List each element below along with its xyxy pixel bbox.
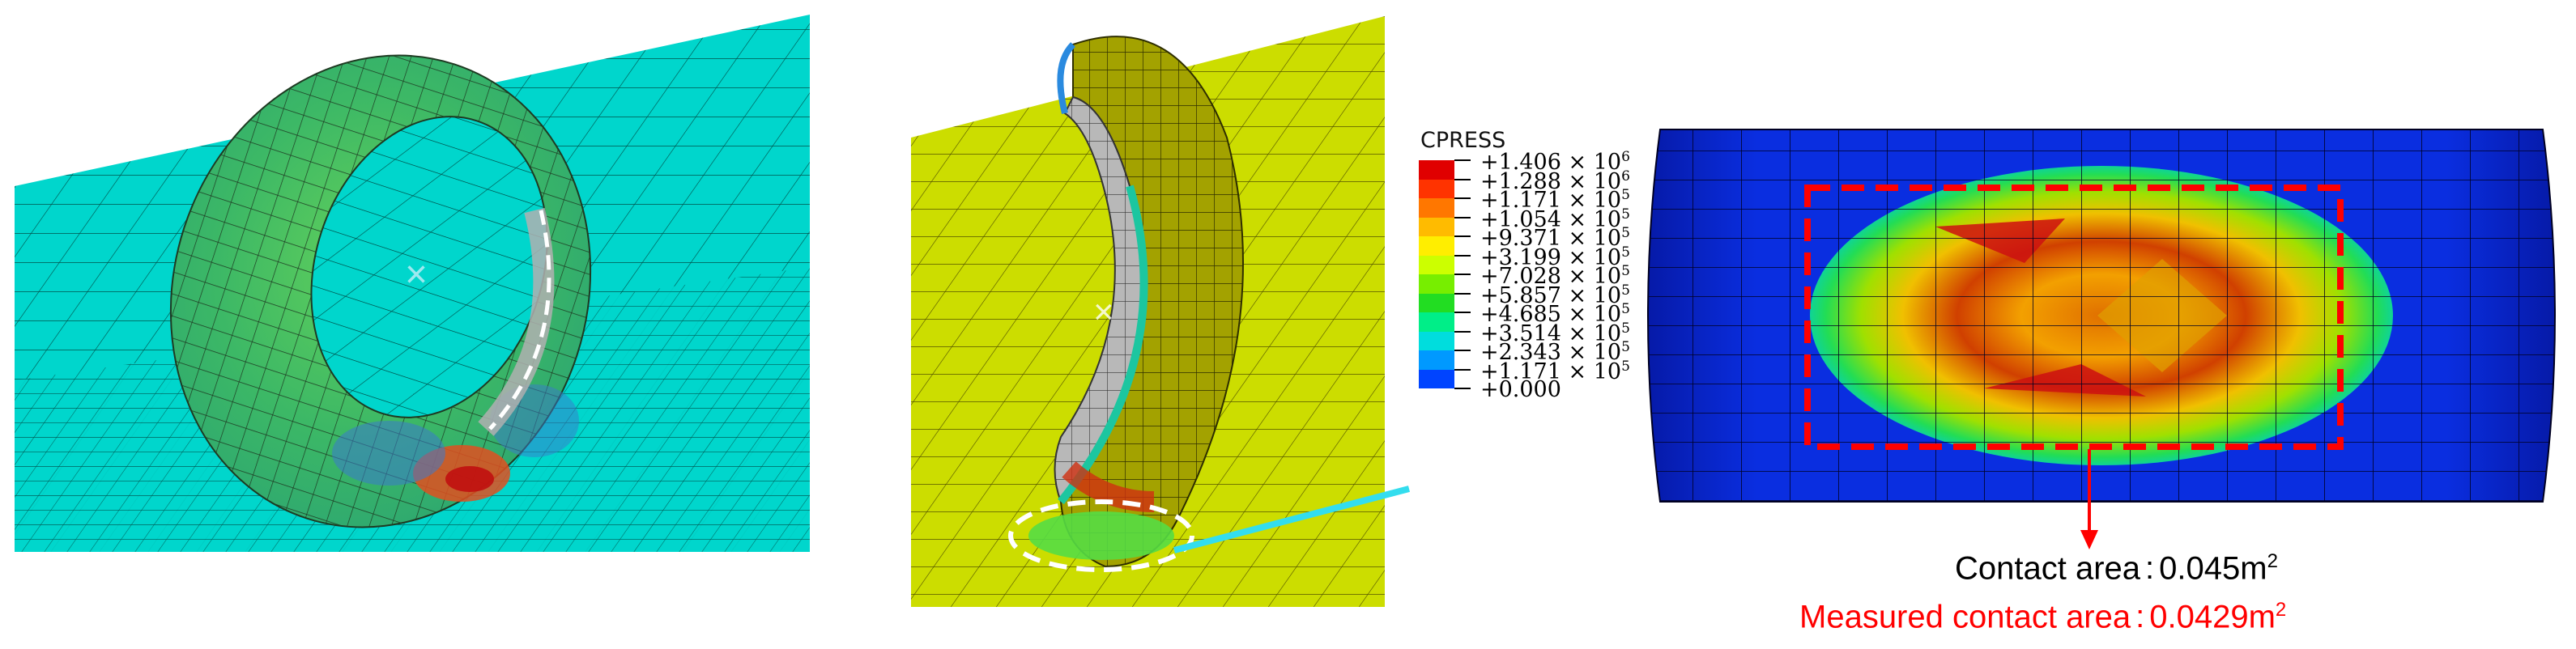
legend-swatch bbox=[1419, 236, 1454, 256]
legend-tick bbox=[1454, 292, 1471, 295]
legend-label: +0.000 bbox=[1480, 377, 1561, 402]
legend-tick bbox=[1454, 159, 1471, 161]
legend-tick bbox=[1454, 312, 1471, 313]
legend-tick bbox=[1454, 274, 1471, 275]
full-tire-panel: × bbox=[0, 0, 810, 645]
legend-tick bbox=[1454, 178, 1471, 180]
legend-swatch bbox=[1419, 217, 1454, 236]
connector-line bbox=[1173, 486, 1411, 554]
caption-separator: : bbox=[2145, 550, 2155, 587]
legend-swatch bbox=[1419, 255, 1454, 274]
legend-tick bbox=[1454, 197, 1471, 199]
svg-text:×: × bbox=[1093, 292, 1114, 332]
caption-separator-2: : bbox=[2135, 599, 2145, 635]
legend-swatch bbox=[1419, 160, 1454, 180]
legend-swatch bbox=[1419, 331, 1454, 350]
legend-swatch bbox=[1419, 350, 1454, 370]
contact-pressure-panel bbox=[1644, 121, 2567, 510]
contact-area-label: Contact area bbox=[1955, 550, 2141, 587]
legend-tick bbox=[1454, 254, 1471, 257]
contact-area-value: 0.045m bbox=[2159, 550, 2267, 587]
legend-swatch bbox=[1419, 274, 1454, 294]
contact-area-caption: Contact area:0.045m2 bbox=[1955, 550, 2278, 587]
legend-tick bbox=[1454, 216, 1471, 218]
caption-arrow bbox=[2080, 449, 2098, 549]
measured-area-value: 0.0429m bbox=[2149, 599, 2276, 635]
legend-swatch bbox=[1419, 312, 1454, 332]
legend-swatch bbox=[1419, 179, 1454, 198]
contact-area-exponent: 2 bbox=[2267, 550, 2278, 572]
legend-tick bbox=[1454, 330, 1471, 333]
legend-tick bbox=[1454, 235, 1471, 237]
measured-area-caption: Measured contact area:0.0429m2 bbox=[1799, 599, 2286, 635]
svg-text:×: × bbox=[405, 253, 428, 296]
legend-tick bbox=[1454, 388, 1471, 389]
legend-swatch bbox=[1419, 198, 1454, 218]
legend-swatch bbox=[1419, 369, 1454, 388]
legend-swatch bbox=[1419, 293, 1454, 312]
full-tire-figure: × bbox=[15, 15, 810, 552]
measured-area-exponent: 2 bbox=[2275, 599, 2287, 621]
measured-area-label: Measured contact area bbox=[1799, 599, 2131, 635]
contact-pressure-figure bbox=[1647, 129, 2556, 503]
legend-tick bbox=[1454, 350, 1471, 351]
legend-tick bbox=[1454, 368, 1471, 371]
